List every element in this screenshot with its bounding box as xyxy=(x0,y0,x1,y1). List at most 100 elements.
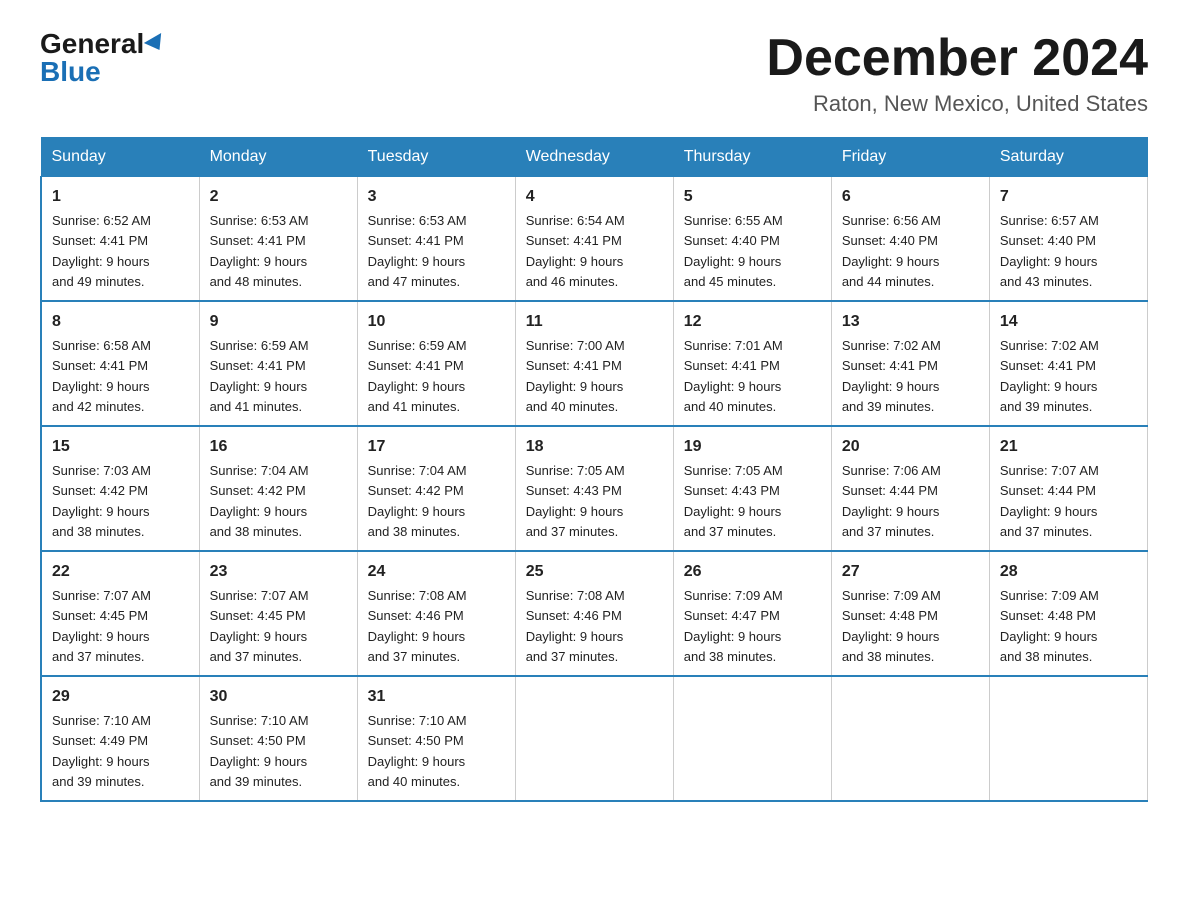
calendar-cell xyxy=(989,676,1147,801)
day-info: Sunrise: 7:02 AMSunset: 4:41 PMDaylight:… xyxy=(1000,338,1099,414)
calendar-cell: 9 Sunrise: 6:59 AMSunset: 4:41 PMDayligh… xyxy=(199,301,357,426)
day-number: 24 xyxy=(368,560,505,584)
calendar-cell: 14 Sunrise: 7:02 AMSunset: 4:41 PMDaylig… xyxy=(989,301,1147,426)
weekday-header-saturday: Saturday xyxy=(989,138,1147,177)
day-info: Sunrise: 7:02 AMSunset: 4:41 PMDaylight:… xyxy=(842,338,941,414)
day-info: Sunrise: 7:04 AMSunset: 4:42 PMDaylight:… xyxy=(210,463,309,539)
day-number: 28 xyxy=(1000,560,1137,584)
calendar-cell: 25 Sunrise: 7:08 AMSunset: 4:46 PMDaylig… xyxy=(515,551,673,676)
day-info: Sunrise: 7:05 AMSunset: 4:43 PMDaylight:… xyxy=(684,463,783,539)
day-number: 15 xyxy=(52,435,189,459)
calendar-cell: 28 Sunrise: 7:09 AMSunset: 4:48 PMDaylig… xyxy=(989,551,1147,676)
day-info: Sunrise: 7:08 AMSunset: 4:46 PMDaylight:… xyxy=(368,588,467,664)
day-number: 4 xyxy=(526,185,663,209)
calendar-cell: 7 Sunrise: 6:57 AMSunset: 4:40 PMDayligh… xyxy=(989,177,1147,302)
calendar-week-row: 8 Sunrise: 6:58 AMSunset: 4:41 PMDayligh… xyxy=(41,301,1148,426)
day-info: Sunrise: 7:00 AMSunset: 4:41 PMDaylight:… xyxy=(526,338,625,414)
calendar-cell: 20 Sunrise: 7:06 AMSunset: 4:44 PMDaylig… xyxy=(831,426,989,551)
weekday-header-thursday: Thursday xyxy=(673,138,831,177)
day-number: 11 xyxy=(526,310,663,334)
calendar-cell: 6 Sunrise: 6:56 AMSunset: 4:40 PMDayligh… xyxy=(831,177,989,302)
calendar-cell: 11 Sunrise: 7:00 AMSunset: 4:41 PMDaylig… xyxy=(515,301,673,426)
day-number: 21 xyxy=(1000,435,1137,459)
calendar-cell: 16 Sunrise: 7:04 AMSunset: 4:42 PMDaylig… xyxy=(199,426,357,551)
day-number: 5 xyxy=(684,185,821,209)
day-number: 31 xyxy=(368,685,505,709)
day-number: 3 xyxy=(368,185,505,209)
title-block: December 2024 Raton, New Mexico, United … xyxy=(766,30,1148,117)
logo-arrow-icon xyxy=(144,33,168,55)
calendar-cell: 19 Sunrise: 7:05 AMSunset: 4:43 PMDaylig… xyxy=(673,426,831,551)
calendar-cell: 17 Sunrise: 7:04 AMSunset: 4:42 PMDaylig… xyxy=(357,426,515,551)
day-number: 8 xyxy=(52,310,189,334)
weekday-header-friday: Friday xyxy=(831,138,989,177)
day-number: 23 xyxy=(210,560,347,584)
logo-general: General xyxy=(40,30,144,58)
day-info: Sunrise: 7:07 AMSunset: 4:45 PMDaylight:… xyxy=(210,588,309,664)
page-header: General Blue December 2024 Raton, New Me… xyxy=(40,30,1148,117)
day-info: Sunrise: 7:10 AMSunset: 4:49 PMDaylight:… xyxy=(52,713,151,789)
day-number: 2 xyxy=(210,185,347,209)
day-number: 7 xyxy=(1000,185,1137,209)
calendar-cell: 21 Sunrise: 7:07 AMSunset: 4:44 PMDaylig… xyxy=(989,426,1147,551)
calendar-cell: 24 Sunrise: 7:08 AMSunset: 4:46 PMDaylig… xyxy=(357,551,515,676)
day-number: 14 xyxy=(1000,310,1137,334)
day-info: Sunrise: 7:05 AMSunset: 4:43 PMDaylight:… xyxy=(526,463,625,539)
day-number: 17 xyxy=(368,435,505,459)
day-info: Sunrise: 7:10 AMSunset: 4:50 PMDaylight:… xyxy=(368,713,467,789)
calendar-cell: 5 Sunrise: 6:55 AMSunset: 4:40 PMDayligh… xyxy=(673,177,831,302)
day-number: 9 xyxy=(210,310,347,334)
calendar-cell: 10 Sunrise: 6:59 AMSunset: 4:41 PMDaylig… xyxy=(357,301,515,426)
weekday-header-wednesday: Wednesday xyxy=(515,138,673,177)
day-number: 29 xyxy=(52,685,189,709)
day-number: 18 xyxy=(526,435,663,459)
calendar-subtitle: Raton, New Mexico, United States xyxy=(766,91,1148,117)
calendar-week-row: 22 Sunrise: 7:07 AMSunset: 4:45 PMDaylig… xyxy=(41,551,1148,676)
day-number: 22 xyxy=(52,560,189,584)
day-info: Sunrise: 6:55 AMSunset: 4:40 PMDaylight:… xyxy=(684,213,783,289)
calendar-cell: 18 Sunrise: 7:05 AMSunset: 4:43 PMDaylig… xyxy=(515,426,673,551)
day-info: Sunrise: 7:01 AMSunset: 4:41 PMDaylight:… xyxy=(684,338,783,414)
weekday-header-monday: Monday xyxy=(199,138,357,177)
calendar-table: SundayMondayTuesdayWednesdayThursdayFrid… xyxy=(40,137,1148,802)
calendar-cell: 12 Sunrise: 7:01 AMSunset: 4:41 PMDaylig… xyxy=(673,301,831,426)
calendar-cell: 4 Sunrise: 6:54 AMSunset: 4:41 PMDayligh… xyxy=(515,177,673,302)
calendar-title: December 2024 xyxy=(766,30,1148,87)
calendar-cell: 27 Sunrise: 7:09 AMSunset: 4:48 PMDaylig… xyxy=(831,551,989,676)
calendar-cell xyxy=(831,676,989,801)
day-info: Sunrise: 7:08 AMSunset: 4:46 PMDaylight:… xyxy=(526,588,625,664)
day-info: Sunrise: 7:04 AMSunset: 4:42 PMDaylight:… xyxy=(368,463,467,539)
day-number: 1 xyxy=(52,185,189,209)
logo: General Blue xyxy=(40,30,166,86)
day-number: 6 xyxy=(842,185,979,209)
day-info: Sunrise: 7:10 AMSunset: 4:50 PMDaylight:… xyxy=(210,713,309,789)
calendar-cell: 26 Sunrise: 7:09 AMSunset: 4:47 PMDaylig… xyxy=(673,551,831,676)
day-number: 10 xyxy=(368,310,505,334)
day-number: 20 xyxy=(842,435,979,459)
day-info: Sunrise: 7:06 AMSunset: 4:44 PMDaylight:… xyxy=(842,463,941,539)
day-info: Sunrise: 6:57 AMSunset: 4:40 PMDaylight:… xyxy=(1000,213,1099,289)
day-number: 25 xyxy=(526,560,663,584)
day-number: 13 xyxy=(842,310,979,334)
day-info: Sunrise: 7:09 AMSunset: 4:48 PMDaylight:… xyxy=(842,588,941,664)
calendar-cell: 23 Sunrise: 7:07 AMSunset: 4:45 PMDaylig… xyxy=(199,551,357,676)
day-info: Sunrise: 6:54 AMSunset: 4:41 PMDaylight:… xyxy=(526,213,625,289)
day-info: Sunrise: 6:52 AMSunset: 4:41 PMDaylight:… xyxy=(52,213,151,289)
day-info: Sunrise: 6:53 AMSunset: 4:41 PMDaylight:… xyxy=(368,213,467,289)
calendar-week-row: 15 Sunrise: 7:03 AMSunset: 4:42 PMDaylig… xyxy=(41,426,1148,551)
weekday-header-sunday: Sunday xyxy=(41,138,199,177)
day-number: 30 xyxy=(210,685,347,709)
day-number: 26 xyxy=(684,560,821,584)
day-info: Sunrise: 7:07 AMSunset: 4:45 PMDaylight:… xyxy=(52,588,151,664)
calendar-cell: 22 Sunrise: 7:07 AMSunset: 4:45 PMDaylig… xyxy=(41,551,199,676)
day-info: Sunrise: 6:56 AMSunset: 4:40 PMDaylight:… xyxy=(842,213,941,289)
calendar-cell xyxy=(673,676,831,801)
calendar-cell: 1 Sunrise: 6:52 AMSunset: 4:41 PMDayligh… xyxy=(41,177,199,302)
calendar-cell: 2 Sunrise: 6:53 AMSunset: 4:41 PMDayligh… xyxy=(199,177,357,302)
calendar-header-row: SundayMondayTuesdayWednesdayThursdayFrid… xyxy=(41,138,1148,177)
calendar-cell: 13 Sunrise: 7:02 AMSunset: 4:41 PMDaylig… xyxy=(831,301,989,426)
day-info: Sunrise: 6:59 AMSunset: 4:41 PMDaylight:… xyxy=(368,338,467,414)
day-info: Sunrise: 7:09 AMSunset: 4:48 PMDaylight:… xyxy=(1000,588,1099,664)
day-number: 12 xyxy=(684,310,821,334)
calendar-cell: 15 Sunrise: 7:03 AMSunset: 4:42 PMDaylig… xyxy=(41,426,199,551)
